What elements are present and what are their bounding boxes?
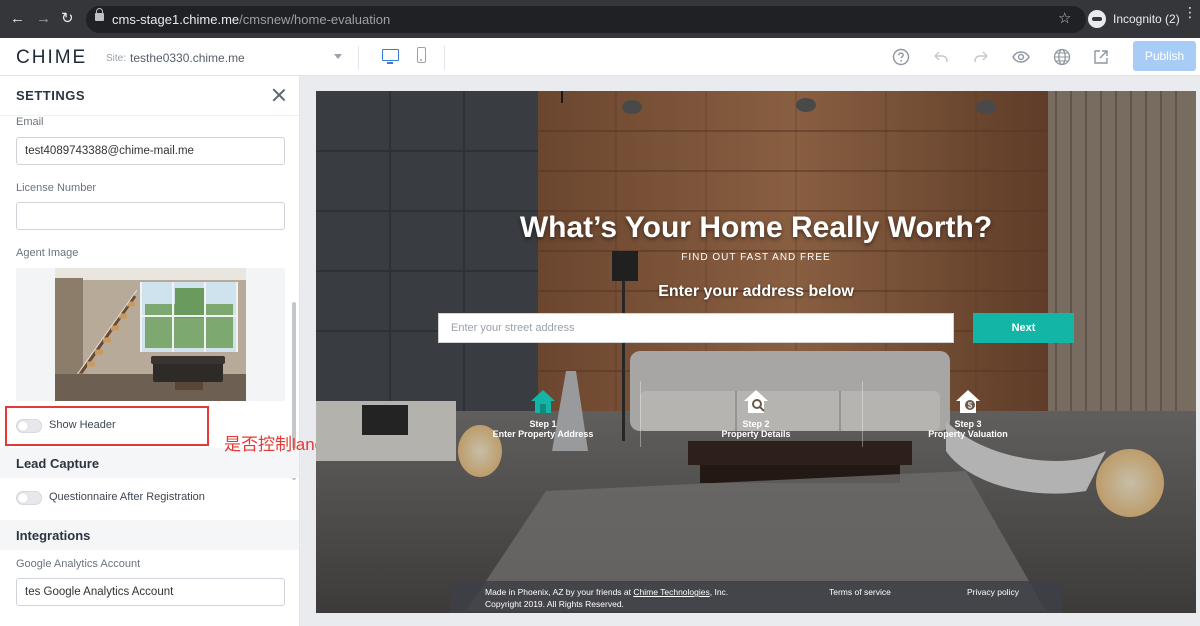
ga-account-field[interactable] <box>16 578 285 606</box>
site-selector[interactable]: testhe0330.chime.me <box>130 51 245 65</box>
ga-label: Google Analytics Account <box>16 558 141 570</box>
step-3-number: Step 3 <box>954 419 982 429</box>
step-divider <box>862 381 863 447</box>
questionnaire-label: Questionnaire After Registration <box>49 491 205 503</box>
license-field[interactable] <box>16 202 285 230</box>
integrations-section: Integrations <box>0 520 299 550</box>
bookmark-star-icon[interactable]: ☆ <box>1058 9 1071 27</box>
footer-made-suffix: , Inc. <box>709 587 729 597</box>
hero-subtitle: FIND OUT FAST AND FREE <box>681 252 831 263</box>
toolbar-divider <box>358 46 359 70</box>
privacy-link[interactable]: Privacy policy <box>967 587 1019 597</box>
svg-text:$: $ <box>968 401 973 410</box>
landing-footer: Made in Phoenix, AZ by your friends at C… <box>451 581 1061 613</box>
email-label: Email <box>16 116 44 128</box>
agent-photo <box>55 268 246 401</box>
browser-chrome: ← → ↻ cms-stage1.chime.me/cmsnew/home-ev… <box>0 0 1200 38</box>
app-root: ← → ↻ cms-stage1.chime.me/cmsnew/home-ev… <box>0 0 1200 626</box>
step-2-number: Step 2 <box>742 419 770 429</box>
mobile-view-icon[interactable] <box>417 47 426 63</box>
email-field[interactable] <box>16 137 285 165</box>
forward-arrow-icon[interactable]: → <box>36 11 51 27</box>
street-address-input[interactable] <box>438 313 954 343</box>
footer-copyright: Copyright 2019. All Rights Reserved. <box>485 599 624 609</box>
landing-page-preview: What’s Your Home Really Worth? FIND OUT … <box>316 91 1196 613</box>
footer-made-in: Made in Phoenix, AZ by your friends at C… <box>485 587 728 597</box>
toolbar-divider <box>444 46 445 70</box>
hero-cta: Enter your address below <box>658 283 854 300</box>
settings-panel: SETTINGS Email License Number Agent Imag… <box>0 76 300 626</box>
agent-image-label: Agent Image <box>16 247 79 259</box>
step-1: Step 1 Enter Property Address <box>453 387 633 439</box>
step-1-text: Enter Property Address <box>492 429 594 439</box>
chime-technologies-link[interactable]: Chime Technologies <box>633 587 709 597</box>
hero-background-image <box>316 91 1196 613</box>
agent-image-upload[interactable] <box>16 268 285 401</box>
step-1-number: Step 1 <box>529 419 557 429</box>
license-label: License Number <box>16 182 97 194</box>
url-text: cms-stage1.chime.me/cmsnew/home-evaluati… <box>112 12 390 27</box>
reload-icon[interactable]: ↻ <box>61 11 74 27</box>
url-host: cms-stage1.chime.me <box>112 12 240 27</box>
questionnaire-toggle[interactable] <box>16 491 42 505</box>
desktop-view-icon[interactable] <box>382 49 399 64</box>
footer-made-prefix: Made in Phoenix, AZ by your friends at <box>485 587 634 597</box>
settings-header: SETTINGS <box>0 76 299 116</box>
house-icon <box>529 387 557 415</box>
step-3-text: Property Valuation <box>928 429 1008 439</box>
settings-title: SETTINGS <box>16 88 86 103</box>
share-icon[interactable] <box>1091 47 1111 67</box>
lead-capture-title: Lead Capture <box>16 456 100 471</box>
cms-toolbar: CHIME Site: testhe0330.chime.me Publish <box>0 38 1200 76</box>
help-icon[interactable] <box>891 47 911 67</box>
step-3: $ Step 3 Property Valuation <box>878 387 1058 439</box>
next-button[interactable]: Next <box>973 313 1074 343</box>
chevron-down-icon[interactable] <box>334 54 342 59</box>
close-icon[interactable] <box>271 87 287 103</box>
annotation-highlight-box <box>5 406 209 446</box>
chime-logo[interactable]: CHIME <box>16 47 87 69</box>
integrations-title: Integrations <box>16 528 91 543</box>
hero-title: What’s Your Home Really Worth? <box>519 211 993 244</box>
redo-icon[interactable] <box>971 47 991 67</box>
step-2-text: Property Details <box>721 429 791 439</box>
url-path: /cmsnew/home-evaluation <box>239 12 391 27</box>
step-2: Step 2 Property Details <box>666 387 846 439</box>
back-arrow-icon[interactable]: ← <box>10 11 25 27</box>
browser-menu-icon[interactable]: ⋮ <box>1183 5 1197 19</box>
globe-icon[interactable] <box>1052 47 1072 67</box>
publish-button[interactable]: Publish <box>1133 41 1196 71</box>
incognito-label[interactable]: Incognito (2) <box>1113 12 1180 26</box>
preview-eye-icon[interactable] <box>1011 47 1031 67</box>
lock-icon <box>95 8 104 21</box>
terms-link[interactable]: Terms of service <box>829 587 891 597</box>
incognito-icon[interactable] <box>1088 10 1106 28</box>
address-bar[interactable]: cms-stage1.chime.me/cmsnew/home-evaluati… <box>86 6 1086 33</box>
house-dollar-icon: $ <box>954 387 982 415</box>
site-label: Site: <box>106 53 127 64</box>
undo-icon[interactable] <box>931 47 951 67</box>
step-divider <box>640 381 641 447</box>
house-search-icon <box>742 387 770 415</box>
